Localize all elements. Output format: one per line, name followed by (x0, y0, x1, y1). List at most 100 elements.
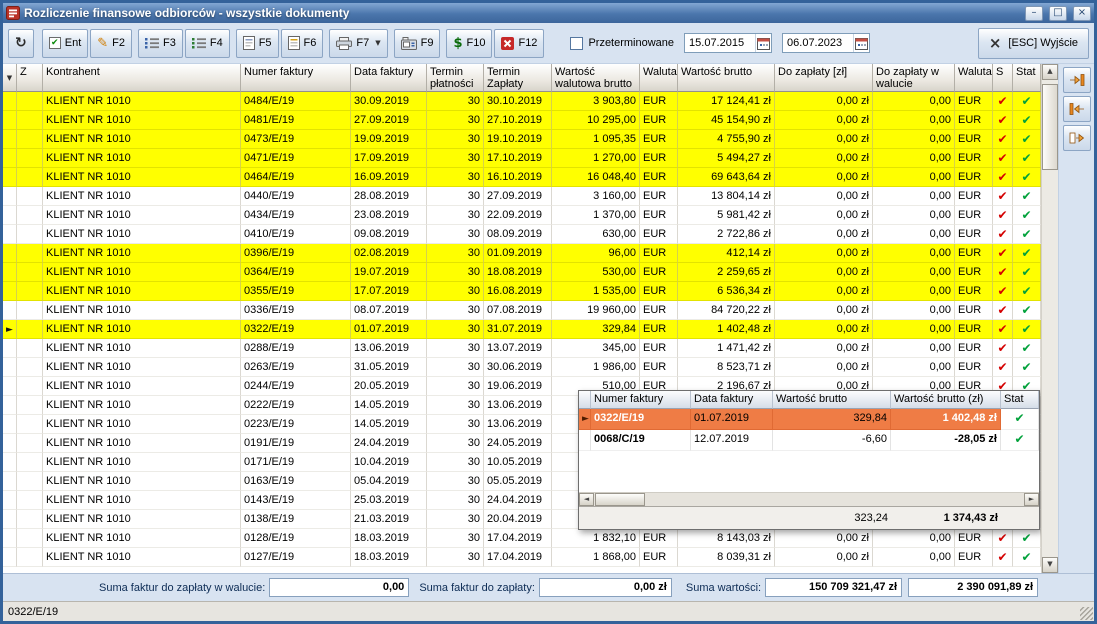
cell-kontrahent: KLIENT NR 1010 (43, 301, 241, 320)
popup-cell-gross-pln: -28,05 zł (891, 430, 1001, 451)
column-header-kontrahent[interactable]: Kontrahent (43, 64, 241, 92)
table-row[interactable]: ► KLIENT NR 1010 0473/E/19 19.09.2019 30… (3, 130, 1041, 149)
calendar-icon[interactable] (853, 34, 869, 52)
scroll-down-button[interactable]: ▼ (1042, 557, 1058, 573)
cell-currency-2: EUR (955, 358, 993, 377)
cell-payment-date: 13.06.2019 (484, 396, 552, 415)
cell-invoice-date: 16.09.2019 (351, 168, 427, 187)
table-row[interactable]: ► KLIENT NR 1010 0464/E/19 16.09.2019 30… (3, 168, 1041, 187)
column-header-do-zaplaty-walucie[interactable]: Do zapłaty w walucie (873, 64, 955, 92)
cell-currency: EUR (640, 320, 678, 339)
edit-button[interactable]: ✎ F2 (90, 29, 132, 58)
popup-row[interactable]: ► 0322/E/19 01.07.2019 329,84 1 402,48 z… (579, 409, 1039, 430)
table-row[interactable]: ► KLIENT NR 1010 0263/E/19 31.05.2019 30… (3, 358, 1041, 377)
s-check-icon: ✔ (993, 320, 1013, 339)
popup-column-brutto-zl[interactable]: Wartość brutto (zł) (891, 391, 1001, 409)
table-row[interactable]: ► KLIENT NR 1010 0364/E/19 19.07.2019 30… (3, 263, 1041, 282)
cell-to-pay-currency: 0,00 (873, 111, 955, 130)
f12-button[interactable]: F12 (494, 29, 544, 58)
exit-button[interactable]: × [ESC] Wyjście (978, 28, 1089, 59)
popup-cell-gross: -6,60 (773, 430, 891, 451)
cell-currency: EUR (640, 244, 678, 263)
table-row[interactable]: ► KLIENT NR 1010 0440/E/19 28.08.2019 30… (3, 187, 1041, 206)
cell-to-pay: 0,00 zł (775, 149, 873, 168)
calendar-icon[interactable] (755, 34, 771, 52)
document-icon (243, 36, 255, 50)
stat-check-icon: ✔ (1013, 206, 1041, 225)
column-header-z[interactable]: Z (17, 64, 43, 92)
list-button-f4[interactable]: F4 (185, 29, 230, 58)
table-row[interactable]: ► KLIENT NR 1010 0471/E/19 17.09.2019 30… (3, 149, 1041, 168)
table-row[interactable]: ► KLIENT NR 1010 0484/E/19 30.09.2019 30… (3, 92, 1041, 111)
resize-grip[interactable] (1080, 607, 1093, 620)
column-header-do-zaplaty[interactable]: Do zapłaty [zł] (775, 64, 873, 92)
payments-button[interactable]: $ F10 (446, 29, 492, 58)
cell-invoice-date: 09.08.2019 (351, 225, 427, 244)
minimize-button[interactable]: – (1025, 6, 1043, 21)
cell-payment-term: 30 (427, 339, 484, 358)
grid-corner-button[interactable]: ▼ (3, 64, 17, 92)
popup-column-numer[interactable]: Numer faktury (591, 391, 691, 409)
table-row[interactable]: ► KLIENT NR 1010 0355/E/19 17.07.2019 30… (3, 282, 1041, 301)
column-header-data-faktury[interactable]: Data faktury (351, 64, 427, 92)
dropdown-arrow-icon[interactable]: ▼ (375, 39, 380, 47)
title-bar[interactable]: Rozliczenie finansowe odbiorców - wszyst… (3, 3, 1094, 23)
popup-cell-invoice-date: 01.07.2019 (691, 409, 773, 430)
side-panel-button-2[interactable] (1063, 96, 1091, 122)
table-row[interactable]: ► KLIENT NR 1010 0322/E/19 01.07.2019 30… (3, 320, 1041, 339)
table-row[interactable]: ► KLIENT NR 1010 0481/E/19 27.09.2019 30… (3, 111, 1041, 130)
table-row[interactable]: ► KLIENT NR 1010 0396/E/19 02.08.2019 30… (3, 244, 1041, 263)
table-row[interactable]: ► KLIENT NR 1010 0336/E/19 08.07.2019 30… (3, 301, 1041, 320)
scrollbar-thumb[interactable] (595, 493, 645, 506)
print-button[interactable]: F7 ▼ (329, 29, 387, 58)
side-panel-button-1[interactable] (1063, 67, 1091, 93)
side-panel-button-3[interactable] (1063, 125, 1091, 151)
cell-payment-date: 16.10.2019 (484, 168, 552, 187)
scroll-right-button[interactable]: ► (1024, 493, 1039, 506)
enter-button[interactable]: ✔ Ent (42, 29, 89, 58)
column-header-wartosc-brutto[interactable]: Wartość brutto (678, 64, 775, 92)
column-header-waluta-2[interactable]: Waluta (955, 64, 993, 92)
column-header-numer-faktury[interactable]: Numer faktury (241, 64, 351, 92)
column-header-waluta[interactable]: Waluta (640, 64, 678, 92)
date-from-field[interactable]: 15.07.2015 (684, 33, 772, 53)
scroll-up-button[interactable]: ▲ (1042, 64, 1058, 80)
scroll-left-button[interactable]: ◄ (579, 493, 594, 506)
table-row[interactable]: ► KLIENT NR 1010 0127/E/19 18.03.2019 30… (3, 548, 1041, 567)
column-header-termin-zaplaty[interactable]: Termin Zapłaty (484, 64, 552, 92)
column-header-stat[interactable]: Stat (1013, 64, 1041, 92)
popup-row[interactable]: ► 0068/C/19 12.07.2019 -6,60 -28,05 zł ✔ (579, 430, 1039, 451)
vertical-scrollbar[interactable]: ▲ ▼ (1041, 64, 1058, 573)
document-button-f6[interactable]: F6 (281, 29, 324, 58)
cell-payment-date: 17.04.2019 (484, 548, 552, 567)
popup-column-stat[interactable]: Stat (1001, 391, 1039, 409)
popup-cell-gross-pln: 1 402,48 zł (891, 409, 1001, 430)
column-header-wartosc-walutowa[interactable]: Wartość walutowa brutto (552, 64, 640, 92)
refresh-button[interactable]: ↻ (8, 29, 34, 58)
row-marker: ► (3, 92, 17, 111)
popup-column-data[interactable]: Data faktury (691, 391, 773, 409)
cell-payment-term: 30 (427, 130, 484, 149)
date-to-field[interactable]: 06.07.2023 (782, 33, 870, 53)
overdue-checkbox[interactable]: Przeterminowane (570, 37, 674, 50)
cell-gross-currency-value: 329,84 (552, 320, 640, 339)
scrollbar-thumb[interactable] (1042, 84, 1058, 170)
checkbox-box[interactable] (570, 37, 583, 50)
popup-horizontal-scrollbar[interactable]: ◄ ► (579, 492, 1039, 506)
fax-button[interactable]: F9 (394, 29, 441, 58)
cell-gross-value: 5 981,42 zł (678, 206, 775, 225)
close-button[interactable]: × (1073, 6, 1091, 21)
table-row[interactable]: ► KLIENT NR 1010 0434/E/19 23.08.2019 30… (3, 206, 1041, 225)
document-button-f5[interactable]: F5 (236, 29, 279, 58)
table-row[interactable]: ► KLIENT NR 1010 0288/E/19 13.06.2019 30… (3, 339, 1041, 358)
table-row[interactable]: ► KLIENT NR 1010 0410/E/19 09.08.2019 30… (3, 225, 1041, 244)
cell-kontrahent: KLIENT NR 1010 (43, 320, 241, 339)
maximize-button[interactable]: □ (1049, 6, 1067, 21)
cell-invoice-date: 13.06.2019 (351, 339, 427, 358)
column-header-termin-platnosci[interactable]: Termin płatności (427, 64, 484, 92)
list-button-f3[interactable]: F3 (138, 29, 183, 58)
popup-column-brutto[interactable]: Wartość brutto (773, 391, 891, 409)
date-from-value: 15.07.2015 (689, 37, 744, 49)
column-header-s[interactable]: S (993, 64, 1013, 92)
table-row[interactable]: ► KLIENT NR 1010 0128/E/19 18.03.2019 30… (3, 529, 1041, 548)
